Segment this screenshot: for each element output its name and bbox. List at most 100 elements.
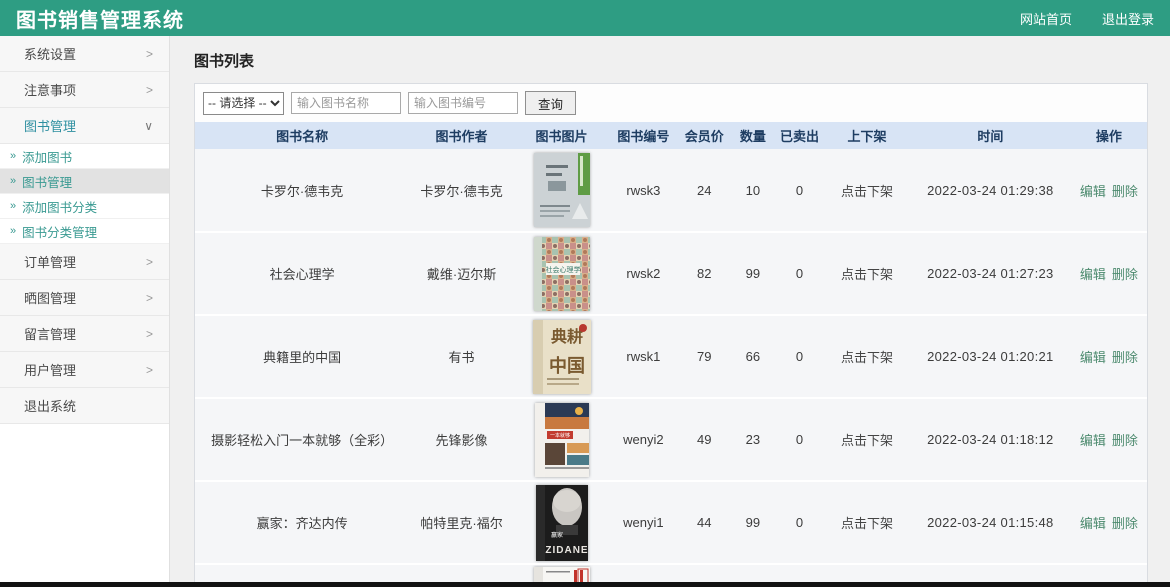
app-title: 图书销售管理系统 (16, 4, 184, 33)
book-image-cell (514, 564, 609, 582)
col-book-code: 图书编号 (609, 122, 678, 149)
delete-link[interactable]: 删除 (1112, 350, 1138, 365)
edit-link[interactable]: 编辑 (1080, 516, 1106, 531)
book-image-cell: 一本就够 (514, 398, 609, 481)
chevron-right-icon: > (146, 327, 153, 341)
nav-logout-link[interactable]: 退出登录 (1102, 9, 1154, 28)
delete-link[interactable]: 删除 (1112, 267, 1138, 282)
book-code-input[interactable] (408, 92, 518, 114)
delete-link[interactable]: 删除 (1112, 184, 1138, 199)
table-header-row: 图书名称 图书作者 图书图片 图书编号 会员价 数量 已卖出 上下架 时间 操作 (195, 122, 1147, 149)
table-row: 典籍里的中国 有书 典耕 中国 (195, 315, 1147, 398)
submenu-label: 图书分类管理 (22, 222, 97, 241)
col-operations: 操作 (1071, 122, 1147, 149)
layout: 系统设置 > 注意事项 > 图书管理 ∨ » 添加图书 » 图书管理 » 添加图… (0, 36, 1170, 582)
quantity-cell: 66 (731, 315, 775, 398)
delete-link[interactable]: 删除 (1112, 433, 1138, 448)
book-author-cell: 先锋影像 (409, 398, 514, 481)
book-list-panel: -- 请选择 -- 查询 图书名称 图书作者 图书图片 图书编 (194, 83, 1148, 582)
quantity-cell: 23 (731, 398, 775, 481)
submenu-label: 图书管理 (22, 172, 72, 191)
svg-text:社会心理学: 社会心理学 (545, 265, 580, 274)
shelf-toggle-link[interactable]: 点击下架 (841, 516, 893, 531)
book-code-cell: rwsk1 (609, 315, 678, 398)
nav-home-link[interactable]: 网站首页 (1020, 9, 1072, 28)
time-cell: 2022-03-24 01:18:12 (910, 398, 1071, 481)
sidebar-item-book-management[interactable]: 图书管理 ∨ (0, 108, 169, 144)
svg-text:典耕: 典耕 (551, 327, 583, 346)
book-cover-image (534, 153, 590, 227)
chevron-right-icon: > (146, 47, 153, 61)
menu-label: 注意事项 (24, 80, 76, 99)
edit-link[interactable]: 编辑 (1080, 184, 1106, 199)
table-row: 卡罗尔·德韦克 卡罗尔·德韦克 (195, 149, 1147, 232)
menu-label: 系统设置 (24, 44, 76, 63)
edit-link[interactable]: 编辑 (1080, 350, 1106, 365)
book-code-cell: rwsk2 (609, 232, 678, 315)
book-image-cell: 典耕 中国 (514, 315, 609, 398)
page-title: 图书列表 (194, 50, 1148, 71)
book-image-cell: 社会心理学 (514, 232, 609, 315)
sidebar-item-user-management[interactable]: 用户管理 > (0, 352, 169, 388)
delete-link[interactable]: 删除 (1112, 516, 1138, 531)
sidebar-subitem-add-book[interactable]: » 添加图书 (0, 144, 169, 169)
book-cover-image: 社会心理学 (534, 237, 590, 311)
bottom-edge-bar (0, 582, 1170, 587)
sidebar-subitem-add-category[interactable]: » 添加图书分类 (0, 194, 169, 219)
table-row: 赢家：齐达内传 帕特里克·福尔 赢家 ZIDANE (195, 481, 1147, 564)
shelf-toggle-link[interactable]: 点击下架 (841, 350, 893, 365)
chevron-down-icon: ∨ (144, 119, 153, 133)
main-content: 图书列表 -- 请选择 -- 查询 图书名称 (170, 36, 1170, 582)
shelf-toggle-link[interactable]: 点击下架 (841, 184, 893, 199)
col-book-author: 图书作者 (409, 122, 514, 149)
time-cell: 2022-03-24 01:27:23 (910, 232, 1071, 315)
time-cell: 2022-03-24 01:15:48 (910, 481, 1071, 564)
edit-link[interactable]: 编辑 (1080, 433, 1106, 448)
book-name-cell: 卡罗尔·德韦克 (195, 149, 409, 232)
sidebar-subitem-book-list[interactable]: » 图书管理 (0, 169, 169, 194)
book-cover-image (534, 567, 590, 582)
book-code-cell: rwsk3 (609, 149, 678, 232)
menu-label: 用户管理 (24, 360, 76, 379)
sidebar-item-order-management[interactable]: 订单管理 > (0, 244, 169, 280)
book-name-cell: 典籍里的中国 (195, 315, 409, 398)
table-row (195, 564, 1147, 582)
col-member-price: 会员价 (678, 122, 731, 149)
sidebar-item-photo-management[interactable]: 晒图管理 > (0, 280, 169, 316)
book-image-cell: 赢家 ZIDANE (514, 481, 609, 564)
quantity-cell: 99 (731, 232, 775, 315)
book-cover-image: 典耕 中国 (533, 320, 591, 394)
sidebar-item-message-management[interactable]: 留言管理 > (0, 316, 169, 352)
app-header: 图书销售管理系统 网站首页 退出登录 (0, 0, 1170, 36)
book-author-cell: 有书 (409, 315, 514, 398)
category-select[interactable]: -- 请选择 -- (203, 92, 284, 115)
col-book-name: 图书名称 (195, 122, 409, 149)
shelf-toggle-link[interactable]: 点击下架 (841, 267, 893, 282)
time-cell: 2022-03-24 01:29:38 (910, 149, 1071, 232)
col-time: 时间 (910, 122, 1071, 149)
double-angle-icon: » (10, 200, 16, 212)
book-name-input[interactable] (291, 92, 401, 114)
svg-text:一本就够: 一本就够 (550, 432, 570, 439)
sidebar-item-notes[interactable]: 注意事项 > (0, 72, 169, 108)
sidebar-item-system-settings[interactable]: 系统设置 > (0, 36, 169, 72)
sidebar-subitem-category-management[interactable]: » 图书分类管理 (0, 219, 169, 244)
menu-label: 晒图管理 (24, 288, 76, 307)
book-name-cell: 社会心理学 (195, 232, 409, 315)
member-price-cell: 24 (678, 149, 731, 232)
sidebar-item-exit-system[interactable]: 退出系统 (0, 388, 169, 424)
book-name-cell: 赢家：齐达内传 (195, 481, 409, 564)
quantity-cell: 99 (731, 481, 775, 564)
member-price-cell: 79 (678, 315, 731, 398)
edit-link[interactable]: 编辑 (1080, 267, 1106, 282)
book-name-cell: 摄影轻松入门一本就够（全彩） (195, 398, 409, 481)
chevron-right-icon: > (146, 83, 153, 97)
col-quantity: 数量 (731, 122, 775, 149)
sold-cell: 0 (775, 315, 825, 398)
header-nav: 网站首页 退出登录 (1020, 9, 1154, 28)
shelf-toggle-link[interactable]: 点击下架 (841, 433, 893, 448)
search-button[interactable]: 查询 (525, 91, 576, 115)
chevron-right-icon: > (146, 255, 153, 269)
book-image-cell (514, 149, 609, 232)
quantity-cell: 10 (731, 149, 775, 232)
